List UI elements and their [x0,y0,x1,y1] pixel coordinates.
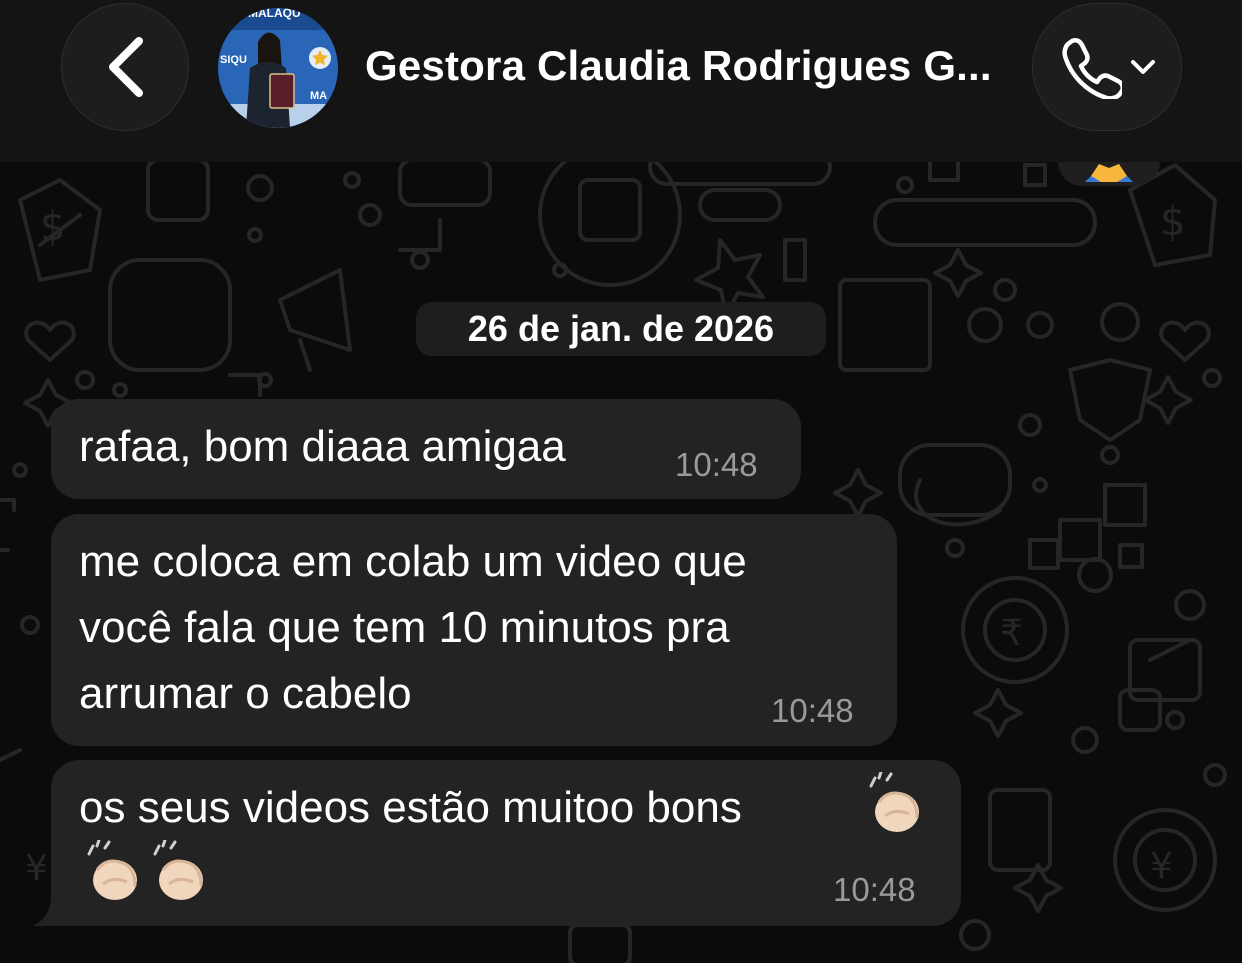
message-bubble[interactable]: os seus videos estão muitoo bons 10:48 [51,760,961,926]
message-time: 10:48 [833,871,916,908]
phone-icon [1062,37,1122,99]
message-text-line: me coloca em colab um video que [79,537,747,586]
svg-text:¥: ¥ [25,848,48,889]
message-text: rafaa, bom diaaa amigaa [79,422,566,471]
message-time: 10:48 [771,692,854,729]
message-text-line: arrumar o cabelo [79,669,412,718]
svg-text:$: $ [1160,199,1185,245]
svg-text:¥: ¥ [1150,846,1173,887]
avatar-text-top: MALAQU [248,8,301,20]
message-text: os seus videos estão muitoo bons [79,783,742,832]
clapping-hands-emoji [153,840,203,900]
date-separator: 26 de jan. de 2026 [416,302,826,356]
chevron-left-icon [109,37,143,97]
message-text-line: você fala que tem 10 minutos pra [79,603,730,652]
chevron-down-icon [1131,60,1155,74]
chat-header: MALAQU SIQU MA Gestora Claudia Rodrigues… [0,0,1242,162]
back-button[interactable] [61,3,189,131]
message-bubble[interactable]: me coloca em colab um video que você fal… [51,514,897,746]
avatar-photo [218,8,338,128]
bubble-tail [33,900,55,926]
svg-text:₹: ₹ [1000,613,1023,654]
contact-avatar[interactable]: MALAQU SIQU MA [218,8,338,128]
contact-name[interactable]: Gestora Claudia Rodrigues G... [365,42,992,90]
message-bubble[interactable]: rafaa, bom diaaa amigaa 10:48 [51,399,801,499]
avatar-text-right: MA [310,90,328,102]
call-button[interactable] [1032,3,1182,131]
clapping-hands-emoji [869,772,919,832]
avatar-text-left: SIQU [220,54,247,66]
clapping-hands-emoji [87,840,137,900]
message-time: 10:48 [675,446,758,483]
